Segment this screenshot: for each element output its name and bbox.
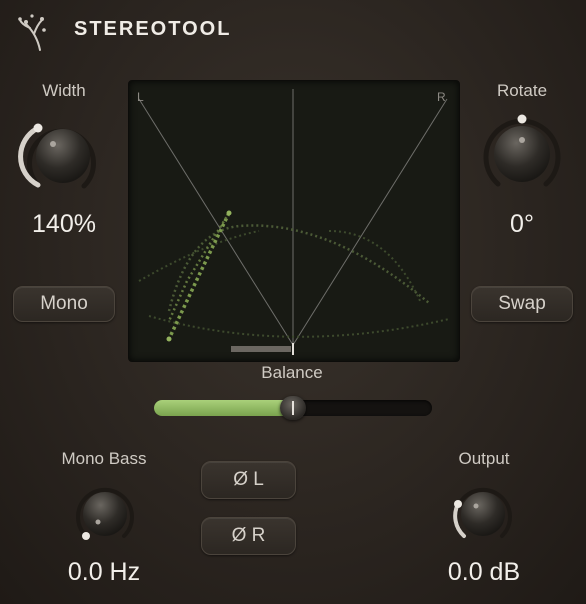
balance-slider-fill bbox=[154, 400, 293, 416]
plant-branch-icon bbox=[18, 14, 46, 51]
output-knob[interactable] bbox=[448, 482, 518, 546]
scope-plot bbox=[138, 89, 450, 355]
phase-right-button[interactable]: Ø R bbox=[201, 517, 296, 555]
mono-bass-knob[interactable] bbox=[70, 482, 140, 546]
rotate-value: 0° bbox=[510, 210, 534, 238]
mono-bass-value: 0.0 Hz bbox=[67, 558, 141, 586]
phase-left-button[interactable]: Ø L bbox=[201, 461, 296, 499]
output-value: 0.0 dB bbox=[447, 558, 521, 586]
swap-button[interactable]: Swap bbox=[471, 286, 573, 322]
scope-right-label: R bbox=[437, 90, 446, 104]
handle-grip-mark bbox=[292, 401, 294, 415]
output-label: Output bbox=[458, 449, 510, 468]
mono-button[interactable]: Mono bbox=[13, 286, 115, 322]
mono-bass-label: Mono Bass bbox=[61, 449, 147, 468]
rotate-knob[interactable] bbox=[480, 112, 564, 196]
rotate-label: Rotate bbox=[496, 81, 548, 100]
width-value: 140% bbox=[32, 210, 96, 238]
width-knob[interactable] bbox=[18, 118, 102, 198]
stereo-scope bbox=[128, 80, 460, 362]
balance-slider-handle[interactable] bbox=[280, 396, 306, 420]
app-title: STEREOTOOL bbox=[74, 18, 232, 40]
balance-label: Balance bbox=[261, 363, 323, 382]
scope-left-label: L bbox=[137, 90, 144, 104]
width-label: Width bbox=[42, 81, 86, 100]
